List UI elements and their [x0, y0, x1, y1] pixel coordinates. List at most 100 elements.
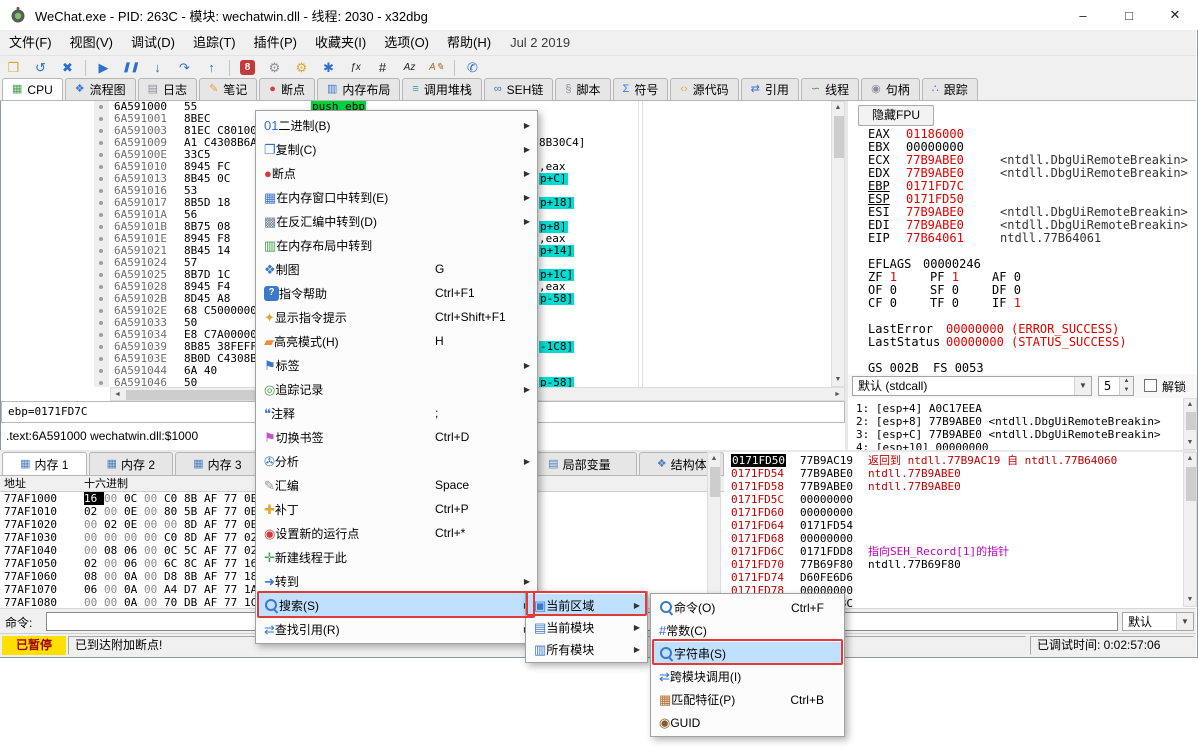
scroll-left-arrow[interactable]: ◄	[111, 388, 124, 400]
breakpoint-dot-icon[interactable]	[99, 129, 103, 133]
dump-tab-内存 2[interactable]: ▦内存 2	[89, 452, 174, 475]
menu-item-当前模块[interactable]: ▤当前模块▶	[528, 616, 645, 638]
dump-byte[interactable]: AF	[204, 492, 224, 505]
stack-row[interactable]: 0171FD5477B9ABE0ntdll.77B9ABE0	[725, 467, 1196, 480]
dump-byte[interactable]: 00	[144, 518, 164, 531]
dump-byte[interactable]: 00	[84, 518, 104, 531]
dump-byte[interactable]: 8D	[184, 531, 204, 544]
dump-byte[interactable]: AF	[204, 570, 224, 583]
dump-byte[interactable]: 0A	[124, 583, 144, 596]
argument-row[interactable]: 3: [esp+C] 77B9ABE0 <ntdll.DbgUiRemoteBr…	[856, 428, 1161, 441]
help-contact-button[interactable]: ✆	[460, 57, 485, 78]
dump-byte[interactable]: D7	[184, 583, 204, 596]
argument-row[interactable]: 4: [esp+10] 00000000	[856, 441, 988, 450]
stack-row[interactable]: 0171FD5C00000000	[725, 493, 1196, 506]
dump-byte[interactable]: 00	[144, 544, 164, 557]
run-button[interactable]: ▶	[91, 57, 116, 78]
stack-row[interactable]: 0171FD7077B69F80ntdll.77B69F80	[725, 558, 1196, 571]
tab-脚本[interactable]: §脚本	[555, 78, 610, 100]
dump-byte[interactable]: 00	[104, 531, 124, 544]
stack-row[interactable]: 0171FD5877B9ABE0ntdll.77B9ABE0	[725, 480, 1196, 493]
scroll-right-arrow[interactable]: ►	[831, 388, 844, 400]
breakpoint-dot-icon[interactable]	[99, 285, 103, 289]
scylla-plugin-button[interactable]: 8	[235, 57, 260, 78]
breakpoint-dot-icon[interactable]	[99, 141, 103, 145]
menu-item-制图[interactable]: ❖制图G	[258, 257, 535, 281]
dump-byte[interactable]: 00	[104, 557, 124, 570]
execute-till-return-button[interactable]: ↑	[199, 57, 224, 78]
arguments-scrollbar[interactable]: ▲▼	[1183, 398, 1197, 450]
menu-item-高亮模式(H)[interactable]: ▰高亮模式(H)H	[258, 329, 535, 353]
dump-byte[interactable]: 77	[224, 557, 244, 570]
dump-byte[interactable]: AF	[204, 596, 224, 608]
menu-item-常数(C)[interactable]: #常数(C)	[653, 619, 842, 642]
segment-registers-row[interactable]: GS 002B FS 0053	[848, 362, 1197, 374]
menu-item-搜索(S)[interactable]: 搜索(S)▶	[258, 593, 535, 617]
calling-convention-dropdown[interactable]: 默认 (stdcall) ▼	[852, 376, 1092, 396]
dump-byte[interactable]: 77	[224, 492, 244, 505]
maximize-button[interactable]: □	[1106, 0, 1152, 30]
breakpoint-dot-icon[interactable]	[99, 153, 103, 157]
menu-item-GUID[interactable]: ◉GUID	[653, 711, 842, 734]
dump-byte[interactable]: D8	[164, 570, 184, 583]
dump-byte[interactable]: 00	[144, 531, 164, 544]
argument-row[interactable]: 2: [esp+8] 77B9ABE0 <ntdll.DbgUiRemoteBr…	[856, 415, 1161, 428]
tab-流程图[interactable]: ❖流程图	[65, 78, 136, 100]
menu-item-查找引用(R)[interactable]: ⇄查找引用(R)▶	[258, 617, 535, 641]
breakpoint-dot-icon[interactable]	[99, 117, 103, 121]
dump-byte[interactable]: C0	[164, 492, 184, 505]
register-row[interactable]: EIP77B64061ntdll.77B64061	[848, 232, 1197, 245]
tab-笔记[interactable]: ✎笔记	[199, 78, 257, 100]
dump-byte[interactable]: 77	[224, 583, 244, 596]
dump-byte[interactable]: 16	[84, 492, 104, 505]
minimize-button[interactable]: –	[1060, 0, 1106, 30]
stack-scrollbar[interactable]: ▲▼	[1183, 452, 1197, 607]
breakpoint-dot-icon[interactable]	[99, 105, 103, 109]
scroll-up-arrow[interactable]: ▲	[708, 453, 720, 465]
stack-row[interactable]: 0171FD6C0171FDD8指向SEH_Record[1]的指针	[725, 545, 1196, 558]
dump-byte[interactable]: 5C	[184, 544, 204, 557]
breakpoint-dot-icon[interactable]	[99, 237, 103, 241]
tab-日志[interactable]: ▤日志	[138, 78, 197, 100]
menu-item-跨模块调用(I)[interactable]: ⇄跨模块调用(I)	[653, 665, 842, 688]
tab-CPU[interactable]: ▦CPU	[2, 78, 63, 100]
dump-byte[interactable]: 8B	[184, 570, 204, 583]
tab-符号[interactable]: Σ符号	[613, 78, 669, 100]
scroll-down-arrow[interactable]: ▼	[832, 374, 844, 386]
command-profile-dropdown[interactable]: 默认 ▼	[1122, 612, 1194, 631]
dump-byte[interactable]: 00	[164, 518, 184, 531]
tab-线程[interactable]: ∽线程	[801, 78, 859, 100]
menu-item-追踪记录[interactable]: ◎追踪记录▶	[258, 377, 535, 401]
dump-byte[interactable]: 00	[144, 492, 164, 505]
stepper-arrows-icon[interactable]: ▲▼	[1119, 377, 1133, 395]
dump-byte[interactable]: 00	[104, 570, 124, 583]
dump-byte[interactable]: 5B	[184, 505, 204, 518]
dump-tab-局部变量[interactable]: ▤局部变量	[521, 452, 637, 475]
dump-byte[interactable]: 80	[164, 505, 184, 518]
dump-byte[interactable]: 0A	[124, 570, 144, 583]
stack-row[interactable]: 0171FD6000000000	[725, 506, 1196, 519]
dump-byte[interactable]: C0	[164, 531, 184, 544]
dump-byte[interactable]: 00	[84, 531, 104, 544]
tab-引用[interactable]: ⇄引用	[741, 78, 799, 100]
breakpoint-dot-icon[interactable]	[99, 333, 103, 337]
menubar-item-1[interactable]: 文件(F)	[0, 30, 61, 56]
stack-row[interactable]: 0171FD640171FD54	[725, 519, 1196, 532]
menu-item-二进制(B)[interactable]: 01二进制(B)▶	[258, 113, 535, 137]
menu-item-切换书签[interactable]: ⚑切换书签Ctrl+D	[258, 425, 535, 449]
dump-byte[interactable]: 00	[104, 596, 124, 608]
register-row[interactable]: EAX01186000	[848, 128, 1197, 141]
menu-item-所有模块[interactable]: ▥所有模块▶	[528, 638, 645, 660]
tab-源代码[interactable]: ‹›源代码	[670, 78, 738, 100]
menu-item-分析[interactable]: ✇分析▶	[258, 449, 535, 473]
register-row[interactable]: EBP0171FD7C	[848, 180, 1197, 193]
tab-断点[interactable]: ●断点	[259, 78, 315, 100]
dump-byte[interactable]: 00	[144, 596, 164, 608]
tab-SEH链[interactable]: ∞SEH链	[484, 78, 554, 100]
breakpoint-dot-icon[interactable]	[99, 213, 103, 217]
dump-byte[interactable]: 6C	[164, 557, 184, 570]
breakpoint-dot-icon[interactable]	[99, 357, 103, 361]
scroll-thumb[interactable]	[1186, 412, 1196, 430]
dump-byte[interactable]: 02	[104, 518, 124, 531]
step-into-button[interactable]: ↓	[145, 57, 170, 78]
